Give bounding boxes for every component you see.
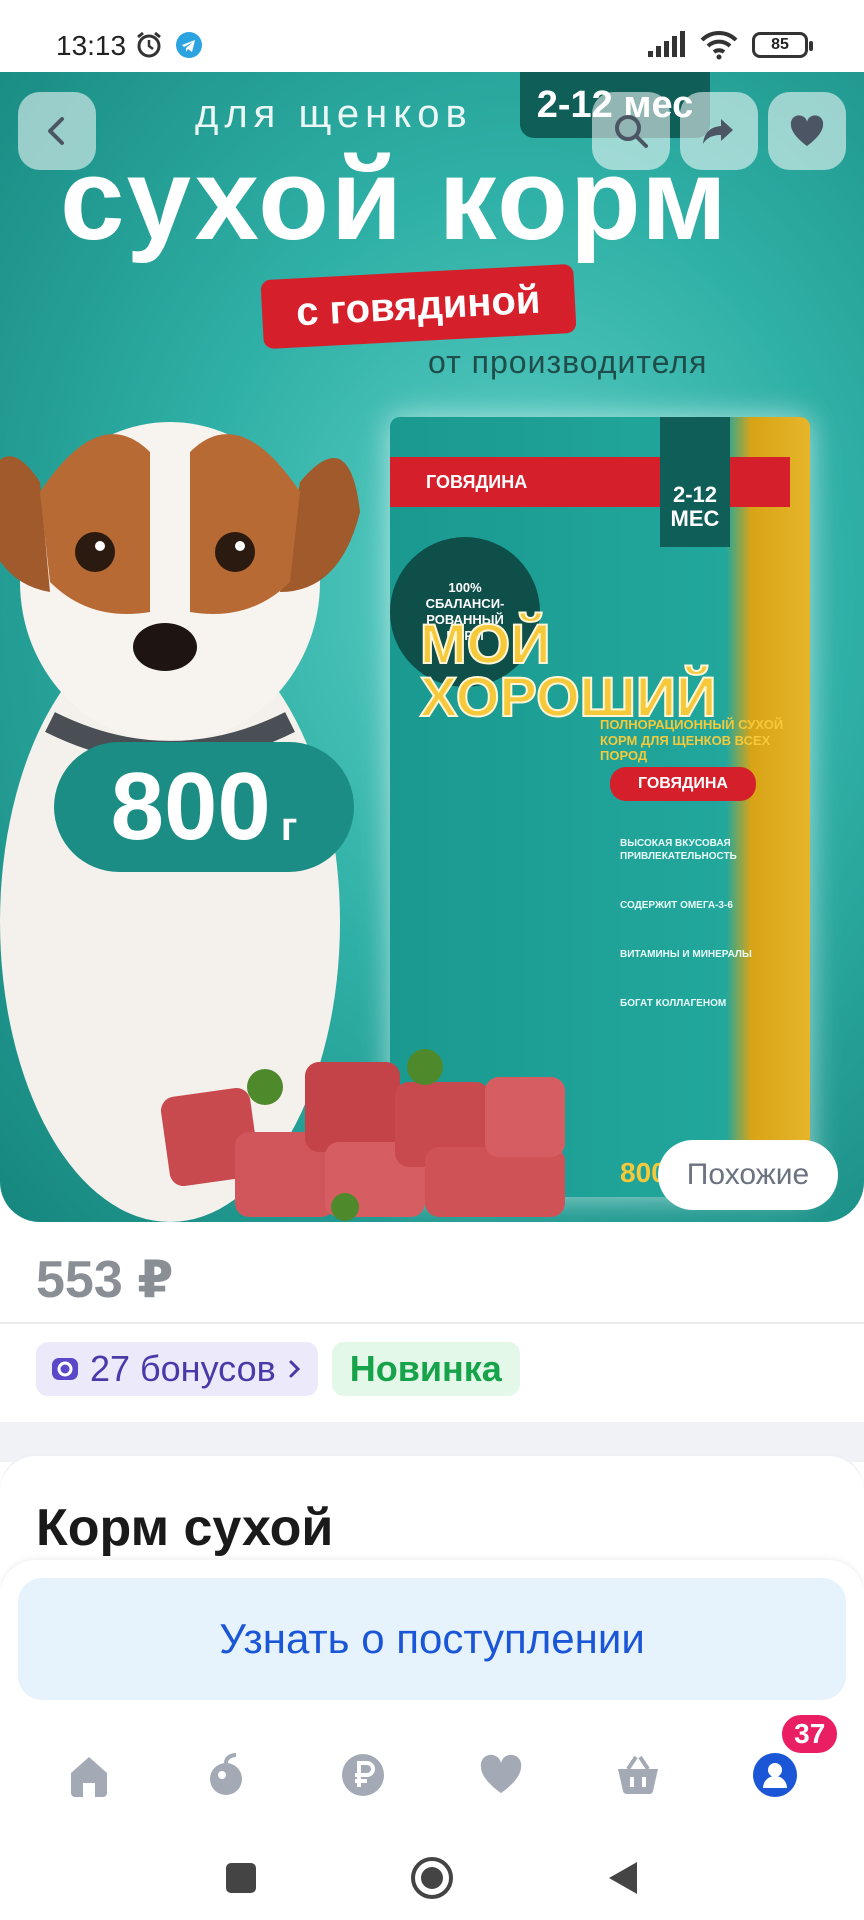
status-time: 13:13 — [56, 30, 127, 61]
tab-catalog[interactable] — [181, 1730, 271, 1820]
favorites-icon — [480, 1754, 521, 1793]
similar-button[interactable]: Похожие — [658, 1140, 838, 1210]
recents-icon[interactable] — [223, 1860, 259, 1896]
package-age: 2-12 МЕС — [660, 417, 730, 547]
divider — [0, 1322, 864, 1324]
package-brand-line1: МОЙ — [419, 612, 551, 675]
tab-cart[interactable] — [593, 1730, 683, 1820]
weight-pill: 800 г — [54, 742, 354, 872]
tab-profile[interactable]: 37 — [730, 1712, 841, 1820]
package-brand: МОЙ ХОРОШИЙ — [419, 612, 717, 729]
tab-bar: 37 — [0, 1712, 864, 1825]
tab-home[interactable] — [44, 1730, 134, 1820]
system-nav-bar — [0, 1835, 864, 1920]
home-icon — [70, 1757, 107, 1797]
package-feature: СОДЕРЖИТ ОМЕГА-3-6 — [620, 900, 733, 911]
bonus-label: 27 бонусов — [90, 1348, 276, 1389]
price: 553 ₽ — [36, 1251, 174, 1309]
weight-value: 800 — [110, 753, 271, 860]
hero-from-label: от производителя — [428, 344, 708, 380]
hero-subtitle: для щенков — [195, 92, 473, 136]
share-button[interactable] — [680, 92, 758, 170]
tab-payments[interactable] — [318, 1730, 408, 1820]
package-band: ГОВЯДИНА — [390, 457, 790, 507]
meat-illustration — [160, 1049, 565, 1221]
package-features: ВЫСОКАЯ ВКУСОВАЯ ПРИВЛЕКАТЕЛЬНОСТЬ СОДЕР… — [620, 837, 780, 1046]
home-nav-icon[interactable] — [409, 1855, 455, 1901]
alarm-icon — [137, 31, 161, 58]
wifi-icon — [700, 30, 738, 60]
favorite-button[interactable] — [768, 92, 846, 170]
back-nav-icon[interactable] — [605, 1859, 641, 1897]
package-meat-label: ГОВЯДИНА — [610, 767, 756, 801]
package-brand-line2: ХОРОШИЙ — [419, 665, 717, 729]
product-image[interactable]: для щенков 2-12 мес сухой корм с говядин… — [0, 72, 864, 1222]
badges: 27 бонусов Новинка — [36, 1342, 520, 1396]
chevron-left-icon — [48, 117, 64, 145]
battery-icon: 85 — [752, 32, 813, 58]
package-feature: БОГАТ КОЛЛАГЕНОМ — [620, 998, 727, 1009]
status-left-icons — [134, 30, 204, 60]
heart-icon — [790, 115, 824, 146]
weight-unit: г — [280, 804, 298, 849]
price-card: 553 ₽ 27 бонусов Новинка — [0, 1222, 864, 1422]
payments-icon — [342, 1754, 385, 1796]
profile-icon — [753, 1753, 798, 1797]
status-bar: 13:13 85 — [0, 0, 864, 76]
bonus-badge[interactable]: 27 бонусов — [36, 1342, 318, 1396]
share-icon — [703, 119, 733, 144]
search-button[interactable] — [592, 92, 670, 170]
tab-favorites[interactable] — [456, 1730, 546, 1820]
back-button[interactable] — [18, 92, 96, 170]
catalog-icon — [209, 1753, 242, 1795]
bottom-panel: Узнать о поступлении 37 — [0, 1560, 864, 1920]
search-icon — [615, 115, 648, 148]
chevron-right-icon — [289, 1360, 300, 1378]
profile-badge: 37 — [779, 1712, 841, 1756]
cart-icon — [617, 1755, 658, 1795]
package-feature: ВИТАМИНЫ И МИНЕРАЛЫ — [620, 949, 752, 960]
product-title: Корм сухой — [36, 1499, 334, 1557]
package-desc: ПОЛНОРАЦИОННЫЙ СУХОЙ КОРМ ДЛЯ ЩЕНКОВ ВСЕ… — [600, 717, 784, 764]
notify-button[interactable]: Узнать о поступлении — [18, 1578, 846, 1700]
signal-icon — [648, 31, 685, 57]
hero-tag: с говядиной — [260, 263, 577, 350]
bonus-icon — [52, 1358, 78, 1380]
telegram-icon — [176, 32, 202, 58]
package-feature: ВЫСОКАЯ ВКУСОВАЯ ПРИВЛЕКАТЕЛЬНОСТЬ — [620, 838, 737, 862]
new-badge: Новинка — [331, 1342, 520, 1396]
status-right: 85 — [646, 30, 813, 60]
